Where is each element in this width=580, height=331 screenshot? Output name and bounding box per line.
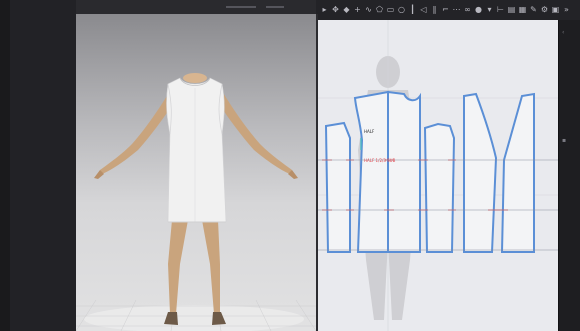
seam-icon[interactable]: ∥ <box>430 5 439 14</box>
floor-grid <box>76 299 316 331</box>
pattern-piece-back-panel[interactable] <box>463 92 535 253</box>
toolbar-3d <box>76 0 316 15</box>
texture-icon[interactable]: ▦ <box>518 5 527 14</box>
transform-icon[interactable]: ✥ <box>331 5 340 14</box>
right-side-panel: ‹ ▪ <box>558 20 580 331</box>
toolbar-2d: ▸ ✥ ◆ + ∿ ⬠ ▭ ○ ┃ ◁ ∥ ⌐ ⋯ ∞ ● ▾ ⊢ ▤ ▦ ✎ ⚙ ▣» <box>316 0 580 21</box>
select-icon[interactable]: ▸ <box>320 5 329 14</box>
tack-icon[interactable]: ▾ <box>485 5 494 14</box>
rectangle-icon[interactable]: ▭ <box>386 5 395 14</box>
ruler-icon[interactable]: ▤ <box>507 5 516 14</box>
pattern-piece-back-yoke-panel[interactable] <box>387 90 421 253</box>
sewing-icon[interactable]: ⋯ <box>452 5 461 14</box>
left-side-panel <box>0 0 77 331</box>
free-sewing-icon[interactable]: ∞ <box>463 5 472 14</box>
toolbar-grip[interactable] <box>266 6 284 8</box>
more-icon[interactable]: » <box>562 5 571 14</box>
dress-garment[interactable] <box>166 77 227 223</box>
pattern-piece-center-front-panel[interactable] <box>353 90 389 253</box>
pattern-canvas: HALF HALF 1/2/3 SUB <box>318 20 558 331</box>
viewport-3d[interactable] <box>76 14 316 331</box>
collapse-icon[interactable]: ‹ <box>562 30 567 36</box>
measure-icon[interactable]: ⊢ <box>496 5 505 14</box>
edit-point-icon[interactable]: ◆ <box>342 5 351 14</box>
add-point-icon[interactable]: + <box>353 5 362 14</box>
polygon-icon[interactable]: ⬠ <box>375 5 384 14</box>
fold-icon[interactable]: ⌐ <box>441 5 450 14</box>
trace-icon[interactable]: ✎ <box>529 5 538 14</box>
pattern-piece-front-panel[interactable] <box>324 121 351 253</box>
measure-label-half: HALF <box>364 129 375 134</box>
pin-icon[interactable]: ● <box>474 5 483 14</box>
dart-icon[interactable]: ◁ <box>419 5 428 14</box>
avatar-neck <box>183 73 207 83</box>
tab-icon[interactable]: ▪ <box>562 138 567 144</box>
viewport-2d-pattern[interactable]: HALF HALF 1/2/3 SUB <box>318 20 558 331</box>
pattern-piece-side-panel[interactable] <box>423 122 456 253</box>
internal-line-icon[interactable]: ┃ <box>408 5 417 14</box>
settings-icon[interactable]: ⚙ <box>540 5 549 14</box>
avatar-scene <box>76 73 316 331</box>
toolbar-grip[interactable] <box>226 6 256 8</box>
measure-label-sub: HALF 1/2/3 SUB <box>364 158 396 163</box>
lock-icon[interactable]: ▣ <box>551 5 560 14</box>
left-gutter <box>0 0 10 331</box>
curve-icon[interactable]: ∿ <box>364 5 373 14</box>
circle-icon[interactable]: ○ <box>397 5 406 14</box>
